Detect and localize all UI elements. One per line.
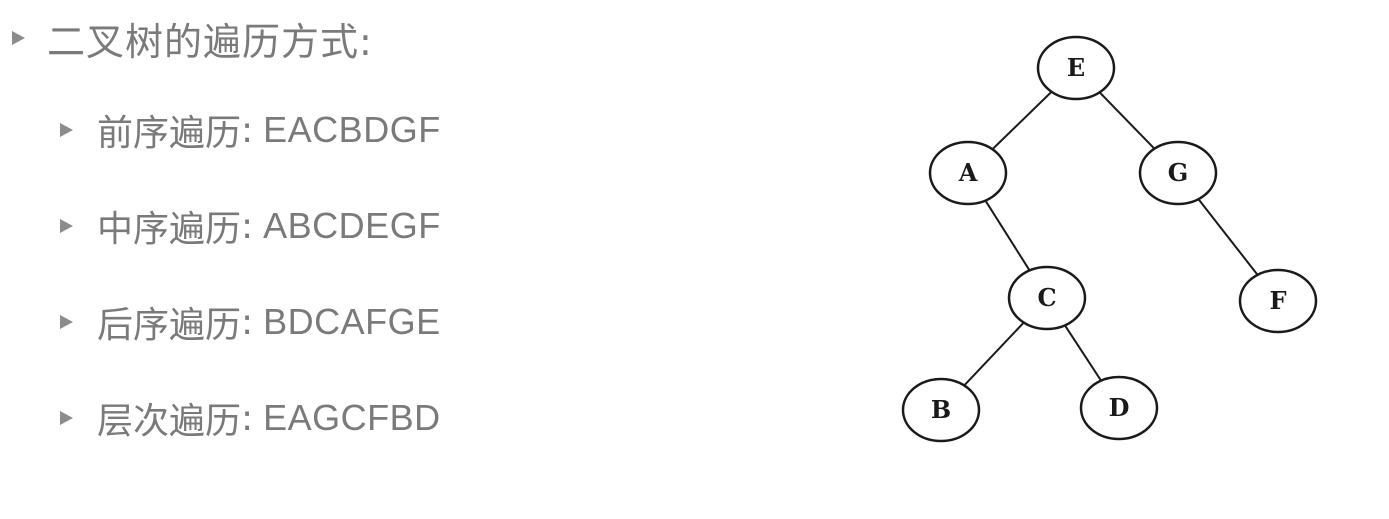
tree-edge-A-C <box>984 200 1031 271</box>
tree-node-label: B <box>931 395 951 424</box>
traversal-label: 前序遍历 <box>97 113 242 154</box>
traversal-colon: : <box>241 397 254 439</box>
bullet-icon <box>60 219 73 233</box>
tree-node-label: A <box>958 158 978 187</box>
tree-node-label: G <box>1168 158 1189 187</box>
traversal-item-postorder: 后序遍历 : BDCAFGE <box>60 296 441 348</box>
traversal-sequence: EAGCFBD <box>263 397 441 438</box>
tree-node-label: C <box>1037 283 1056 312</box>
tree-edge-C-D <box>1064 324 1102 382</box>
heading-title: 二叉树的遍历方式: <box>47 19 373 64</box>
traversal-item-preorder: 前序遍历 : EACBDGF <box>60 104 441 156</box>
binary-tree-diagram: E A G C F B D <box>901 35 1318 443</box>
traversal-sequence: ABCDEGF <box>263 205 441 246</box>
bullet-icon <box>12 31 25 45</box>
slide: 二叉树的遍历方式: 前序遍历 : EACBDGF 中序遍历 : ABCDEGF … <box>0 0 1389 519</box>
tree-edge-C-B <box>963 321 1025 387</box>
bullet-icon <box>60 411 73 425</box>
tree-node-D: D <box>1079 375 1159 441</box>
traversal-sequence: EACBDGF <box>263 109 441 150</box>
traversal-sequence: BDCAFGE <box>263 301 441 342</box>
tree-node-G: G <box>1138 140 1218 206</box>
tree-node-label: F <box>1269 286 1286 315</box>
tree-node-C: C <box>1007 265 1087 331</box>
tree-node-F: F <box>1238 268 1318 334</box>
tree-edge-E-A <box>991 91 1053 150</box>
tree-node-B: B <box>901 377 981 443</box>
traversal-colon: : <box>241 205 254 247</box>
bullet-icon <box>60 315 73 329</box>
traversal-colon: : <box>241 301 254 343</box>
heading-row: 二叉树的遍历方式: <box>12 12 373 64</box>
tree-node-A: A <box>928 140 1008 206</box>
traversal-colon: : <box>241 109 254 151</box>
traversal-list: 前序遍历 : EACBDGF 中序遍历 : ABCDEGF 后序遍历 : BDC… <box>60 104 441 488</box>
tree-edge-E-G <box>1098 91 1156 150</box>
traversal-item-inorder: 中序遍历 : ABCDEGF <box>60 200 441 252</box>
bullet-icon <box>60 123 73 137</box>
tree-node-label: D <box>1109 393 1130 422</box>
tree-node-E: E <box>1036 35 1116 101</box>
traversal-label: 中序遍历 <box>97 209 242 250</box>
traversal-item-levelorder: 层次遍历 : EAGCFBD <box>60 392 441 444</box>
tree-node-label: E <box>1067 53 1085 82</box>
traversal-label: 后序遍历 <box>97 305 242 346</box>
traversal-label: 层次遍历 <box>97 401 242 442</box>
tree-edge-G-F <box>1197 198 1259 276</box>
